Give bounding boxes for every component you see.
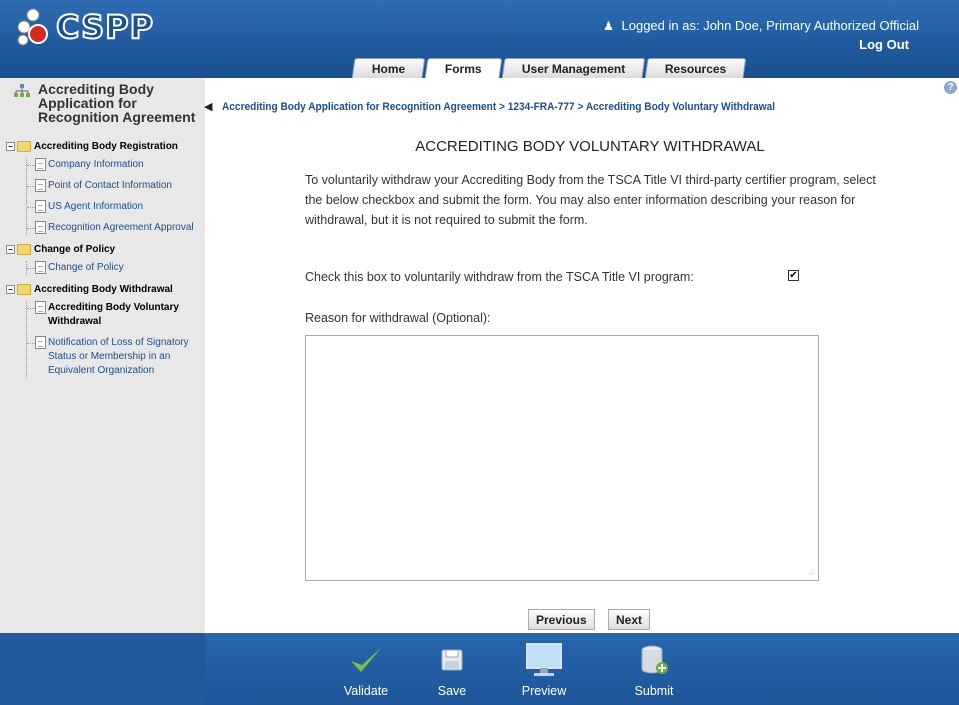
people-logo-icon — [17, 8, 48, 46]
sidebar-item-company-information[interactable]: Company Information — [27, 158, 202, 172]
tab-resources[interactable]: Resources — [645, 58, 748, 78]
sidebar-title: Accrediting Body Application for Recogni… — [38, 81, 196, 125]
footer-toolbar: Validate Save Preview Submit — [205, 633, 959, 705]
collapse-icon[interactable]: − — [6, 285, 15, 294]
sidebar-item-label: Company Information — [48, 159, 144, 170]
tab-label: Home — [371, 61, 406, 76]
tab-forms[interactable]: Forms — [424, 58, 503, 78]
collapse-icon[interactable]: − — [6, 142, 15, 151]
tree-group-head[interactable]: − Accrediting Body Registration — [6, 140, 202, 154]
withdraw-checkbox[interactable]: ✔ — [788, 270, 799, 281]
page-title: ACCREDITING BODY VOLUNTARY WITHDRAWAL — [415, 138, 765, 155]
collapse-sidebar-icon[interactable]: ◀ — [204, 100, 212, 113]
intro-text: To voluntarily withdraw your Accrediting… — [305, 173, 876, 227]
tree-group-label: Accrediting Body Registration — [34, 141, 178, 152]
tree-group-registration: − Accrediting Body Registration Company … — [6, 140, 202, 235]
database-add-icon — [641, 645, 668, 674]
checkmark-icon — [351, 648, 381, 672]
tree-group-change-of-policy: − Change of Policy Change of Policy — [6, 243, 202, 275]
logout-link[interactable]: Log Out — [859, 37, 909, 52]
sidebar: Accrediting Body Application for Recogni… — [0, 78, 205, 633]
sidebar-item-label: Accrediting Body Voluntary Withdrawal — [48, 302, 179, 327]
breadcrumb[interactable]: Accrediting Body Application for Recogni… — [222, 101, 775, 113]
logged-in-status: ♟ Logged in as: John Doe, Primary Author… — [603, 18, 919, 33]
validate-label: Validate — [343, 684, 389, 698]
preview-button[interactable]: Preview — [514, 641, 574, 698]
folder-icon — [17, 284, 31, 295]
app-name: CSPP — [55, 7, 155, 47]
main-tabs: Home Forms User Management Resources — [351, 58, 748, 78]
document-icon — [35, 336, 46, 349]
document-icon — [35, 221, 46, 234]
sidebar-item-label: Recognition Agreement Approval — [48, 222, 194, 233]
next-button[interactable]: Next — [608, 609, 651, 630]
sitemap-icon — [14, 84, 30, 97]
reason-label: Reason for withdrawal (Optional): — [305, 311, 491, 325]
folder-icon — [17, 141, 31, 152]
document-icon — [35, 200, 46, 213]
help-icon[interactable]: ? — [944, 81, 957, 94]
tree-group-label: Accrediting Body Withdrawal — [34, 284, 173, 295]
footer-left-panel — [0, 633, 205, 705]
tree-group-label: Change of Policy — [34, 244, 116, 255]
preview-label: Preview — [521, 684, 567, 698]
sidebar-item-voluntary-withdrawal[interactable]: Accrediting Body Voluntary Withdrawal — [27, 301, 202, 329]
folder-icon — [17, 244, 31, 255]
cspp-logo: CSPP — [14, 6, 154, 48]
sidebar-item-point-of-contact[interactable]: Point of Contact Information — [27, 179, 202, 193]
collapse-icon[interactable]: − — [6, 245, 15, 254]
submit-label: Submit — [634, 684, 674, 698]
resize-grip-icon[interactable]: .: — [810, 567, 814, 576]
validate-button[interactable]: Validate — [336, 641, 396, 698]
sidebar-item-us-agent[interactable]: US Agent Information — [27, 200, 202, 214]
sidebar-item-loss-of-signatory[interactable]: Notification of Loss of Signatory Status… — [27, 336, 202, 378]
withdraw-checkbox-label: Check this box to voluntarily withdraw f… — [305, 270, 694, 284]
submit-button[interactable]: Submit — [626, 641, 682, 698]
user-icon: ♟ — [603, 19, 614, 33]
previous-button[interactable]: Previous — [528, 609, 595, 630]
reason-textarea[interactable]: .: — [305, 335, 819, 581]
tab-label: Resources — [665, 61, 727, 76]
sidebar-item-label: US Agent Information — [48, 201, 144, 212]
sidebar-item-recognition-approval[interactable]: Recognition Agreement Approval — [27, 221, 202, 235]
document-icon — [35, 179, 46, 192]
tree-group-withdrawal: − Accrediting Body Withdrawal Accreditin… — [6, 283, 202, 378]
monitor-icon — [526, 643, 562, 676]
document-icon — [35, 301, 46, 314]
logged-in-text: Logged in as: John Doe, Primary Authoriz… — [621, 18, 919, 33]
tab-label: User Management — [521, 61, 626, 76]
tree-group-head[interactable]: − Accrediting Body Withdrawal — [6, 283, 202, 297]
floppy-disk-icon — [441, 649, 463, 671]
document-icon — [35, 158, 46, 171]
tab-label: Forms — [445, 61, 482, 76]
tab-user-management[interactable]: User Management — [501, 58, 646, 78]
sidebar-item-label: Change of Policy — [48, 262, 124, 273]
sidebar-item-label: Notification of Loss of Signatory Status… — [48, 337, 189, 376]
save-button[interactable]: Save — [427, 641, 477, 698]
header-bar: CSPP ♟ Logged in as: John Doe, Primary A… — [0, 0, 959, 78]
document-icon — [35, 261, 46, 274]
form-tree: − Accrediting Body Registration Company … — [6, 140, 202, 386]
sidebar-item-change-of-policy[interactable]: Change of Policy — [27, 261, 202, 275]
save-label: Save — [437, 684, 467, 698]
tree-group-head[interactable]: − Change of Policy — [6, 243, 202, 257]
sidebar-item-label: Point of Contact Information — [48, 180, 172, 191]
tab-home[interactable]: Home — [351, 58, 426, 78]
